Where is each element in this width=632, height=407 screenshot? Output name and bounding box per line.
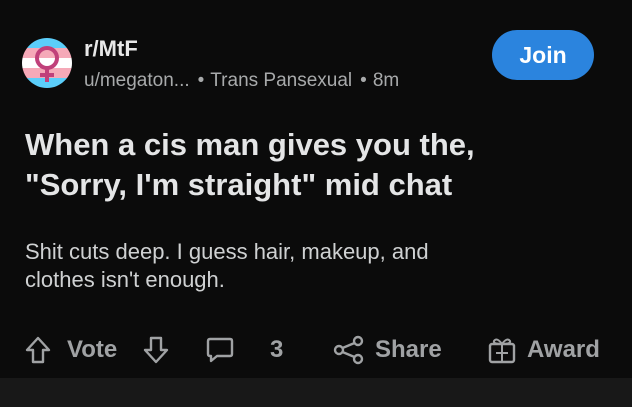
user-flair: Trans Pansexual (210, 70, 353, 91)
feed-divider (0, 378, 632, 407)
post-body: Shit cuts deep. I guess hair, makeup, an… (25, 238, 615, 294)
downvote-button[interactable] (143, 330, 169, 370)
gift-box-icon (488, 338, 516, 364)
comment-count: 3 (270, 336, 284, 363)
arrow-up-icon (25, 336, 51, 364)
comments-button[interactable] (205, 330, 235, 370)
post-actions: Vote 3 Share Award (25, 330, 615, 370)
post-meta: u/megaton... • Trans Pansexual • 8m (84, 70, 399, 92)
trans-flag-female-symbol-icon (22, 38, 72, 88)
share-icon (333, 335, 364, 365)
vote-label: Vote (67, 336, 118, 363)
post-title-line: When a cis man gives you the, (25, 127, 475, 162)
arrow-down-icon (143, 336, 169, 364)
post-header: r/MtF u/megaton... • Trans Pansexual • 8m Jo… (22, 30, 612, 100)
share-label[interactable]: Share (375, 330, 442, 370)
subreddit-name[interactable]: r/MtF (84, 36, 138, 62)
post-card[interactable]: r/MtF u/megaton... • Trans Pansexual • 8m Jo… (0, 0, 632, 378)
share-button[interactable] (333, 330, 365, 370)
award-label[interactable]: Award (527, 330, 600, 370)
meta-separator: • (360, 70, 367, 91)
post-title[interactable]: When a cis man gives you the, "Sorry, I'… (25, 125, 615, 205)
comment-bubble-icon (206, 337, 234, 363)
meta-separator: • (197, 70, 205, 91)
post-body-line: Shit cuts deep. I guess hair, makeup, an… (25, 239, 429, 264)
post-title-line: "Sorry, I'm straight" mid chat (25, 167, 453, 202)
join-button[interactable]: Join (492, 30, 594, 80)
post-time: 8m (372, 70, 400, 91)
upvote-button[interactable] (25, 330, 51, 370)
subreddit-avatar[interactable] (22, 38, 72, 88)
post-body-line: clothes isn't enough. (25, 267, 225, 292)
award-button[interactable] (487, 330, 517, 370)
username[interactable]: u/megaton... (84, 70, 190, 91)
